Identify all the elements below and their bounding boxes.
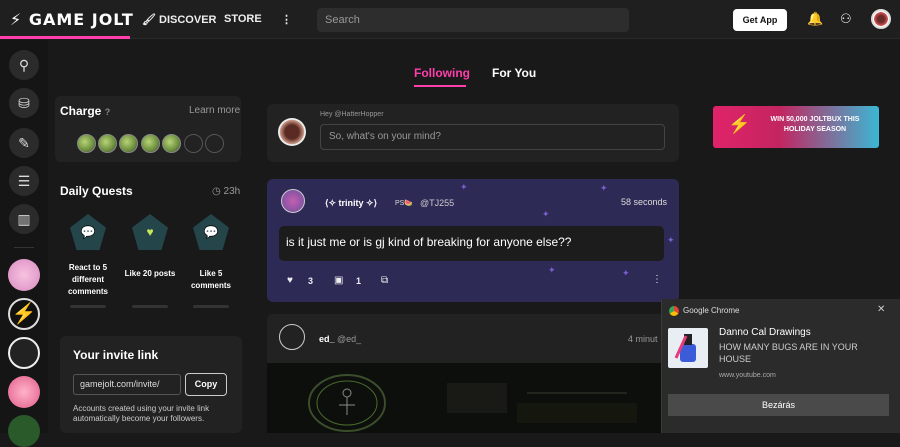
post-author-name[interactable]: ⟨✧ trinity ✧⟩ [325,198,377,209]
gamejolt-logo[interactable]: ⚡ GAME JOLT [10,10,134,29]
more-menu-icon[interactable]: ⋮ [281,13,292,26]
post-timestamp: 58 seconds [621,197,668,207]
logo-active-underline [0,36,130,39]
comment-count: 1 [356,276,362,286]
nav-discover[interactable]: 🖌 DISCOVER [142,13,217,26]
like-count: 3 [308,276,314,286]
rail-chat-icon[interactable]: ☰ [9,166,39,196]
quests-timer: ◷ 23h [212,186,240,197]
author-badges: PS🍉 [395,200,414,207]
rail-library-icon[interactable]: ▥ [9,204,39,234]
charge-orb-empty [205,134,224,153]
bell-icon[interactable]: 🔔 [807,11,823,27]
invite-note: Accounts created using your invite link … [73,404,210,423]
community-avatar[interactable] [8,259,40,291]
post-text: is it just me or is gj kind of breaking … [286,235,572,249]
search-input[interactable] [317,8,629,32]
close-notification-button[interactable]: Bezárás [668,394,889,416]
sparkle-decoration: ✦ [667,235,675,245]
comment-icon[interactable]: ▣ [334,275,343,286]
help-icon[interactable]: ? [105,107,111,117]
gamejolt-bolt-icon: ⚡ [728,114,751,134]
like-post-icon: ♥ [146,225,154,239]
like-comment-icon: 💬 [203,225,219,239]
notification-app-name: Google Chrome [683,306,740,315]
notification-thumbnail [668,328,708,368]
quest-progress-bar [193,305,229,308]
post-timestamp: 4 minut [628,334,658,344]
rail-shop-icon[interactable]: ✎ [9,128,39,158]
quest-progress-bar [132,305,168,308]
invite-title: Your invite link [73,348,159,362]
rail-divider [14,247,34,248]
charge-title-text: Charge [60,104,102,118]
tab-following[interactable]: Following [414,66,470,80]
copy-button[interactable]: Copy [185,373,227,396]
post-author-handle[interactable]: @TJ255 [420,198,454,208]
nav-store[interactable]: STORE [224,13,262,25]
active-tab-underline [414,85,466,87]
nail-polish-graphic [674,334,696,362]
daily-quests-title: Daily Quests [60,184,133,198]
community-avatar-gamejolt[interactable]: ⚡ [8,298,40,330]
invite-link-field[interactable]: gamejolt.com/invite/ [73,374,181,395]
banner-text: WIN 50,000 JOLTBUX THIS HOLIDAY SEASON [770,116,860,133]
community-avatar[interactable] [8,415,40,447]
quest-progress-bar [70,305,106,308]
rail-home-icon[interactable]: ⚲ [9,50,39,80]
post-author-avatar[interactable] [279,324,305,350]
post-author-handle[interactable]: @ed_ [337,334,361,344]
game-screenshot-graphic [308,374,637,432]
rocket-icon: 🖌 [142,14,156,26]
post-author-name[interactable]: ed_ [319,334,335,344]
composer-avatar [278,118,306,146]
charge-orb [162,134,181,153]
post-media-image[interactable] [267,363,679,433]
charge-orb [98,134,117,153]
post-more-icon[interactable]: ⋮ [652,274,662,285]
charge-orb [119,134,138,153]
user-avatar[interactable] [871,9,891,29]
charge-orb [77,134,96,153]
friends-icon[interactable]: ⚇ [840,11,852,27]
post-author-avatar[interactable] [281,189,305,213]
charge-title: Charge ? [60,104,110,118]
notification-body: HOW MANY BUGS ARE IN YOUR HOUSE [719,342,858,364]
charge-orb-empty [184,134,203,153]
quest-label: Like 5 comments [190,269,231,290]
sparkle-decoration: ✦ [542,209,550,219]
composer-greeting: Hey @HatterHopper [320,111,384,118]
community-avatar[interactable] [8,376,40,408]
get-app-button[interactable]: Get App [733,9,787,31]
sticker-icon[interactable]: ⧉ [381,275,388,286]
clock-icon: ◷ [212,186,221,197]
quest-label: React to 5 different comments [67,263,108,296]
composer-input[interactable]: So, what's on your mind? [320,124,665,150]
sparkle-decoration: ✦ [548,265,556,275]
sparkle-decoration: ✦ [600,183,608,193]
community-avatar[interactable] [8,337,40,369]
close-icon[interactable]: ✕ [877,304,885,315]
learn-more-link[interactable]: Learn more [189,105,240,116]
notification-url: www.youtube.com [719,372,776,379]
chrome-icon [669,306,679,316]
logo-text: GAME JOLT [28,10,134,29]
sparkle-decoration: ✦ [460,182,468,192]
nav-discover-label: DISCOVER [159,14,217,26]
quest-label: Like 20 posts [124,269,176,278]
heart-icon[interactable]: ♥ [287,275,293,286]
notification-title: Danno Cal Drawings [719,327,811,338]
sparkle-decoration: ✦ [622,268,630,278]
tab-for-you[interactable]: For You [492,66,536,80]
quests-timer-value: 23h [223,186,241,197]
rail-backpack-icon[interactable]: ⛁ [9,88,39,118]
chat-bubble-icon: 💬 [80,225,96,239]
charge-orb [141,134,160,153]
